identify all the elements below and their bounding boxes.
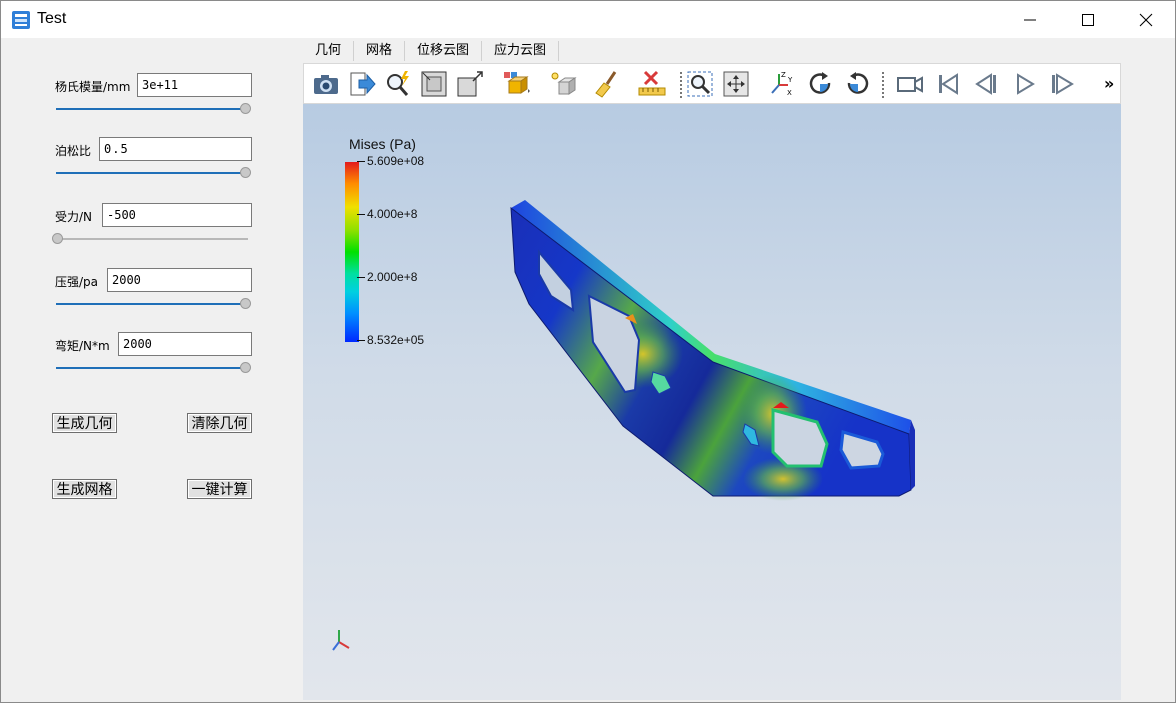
viewer-toolbar: ZYX »: [303, 63, 1121, 104]
force-slider[interactable]: [52, 233, 248, 245]
clear-brush-button[interactable]: [592, 68, 624, 100]
app-window: Test 杨氏模量/mm 3e+11 泊松比 0.5 受力/N -500 压强/…: [0, 0, 1176, 703]
bracket-stress-model: [510, 200, 915, 501]
maximize-icon: [1082, 13, 1094, 26]
close-button[interactable]: [1117, 1, 1175, 38]
zoom-window-button[interactable]: [684, 68, 716, 100]
slider-handle[interactable]: [240, 103, 251, 114]
zoom-pick-icon: [387, 71, 409, 96]
pressure-input[interactable]: 2000: [107, 268, 252, 292]
rotate-ccw-icon: [847, 72, 869, 94]
zoom-window-icon: [687, 71, 713, 97]
one-click-compute-button[interactable]: 一键计算: [187, 479, 252, 499]
view-cube-icon: [504, 72, 530, 94]
poisson-ratio-label: 泊松比: [55, 144, 92, 158]
measure-button[interactable]: [636, 68, 668, 100]
clear-geometry-button[interactable]: 清除几何: [187, 413, 252, 433]
view-tabs: 几何 网格 位移云图 应力云图: [303, 41, 560, 61]
light-button[interactable]: [548, 68, 580, 100]
close-icon: [1139, 13, 1153, 26]
camera-icon: [314, 75, 338, 94]
play-button[interactable]: [1008, 68, 1040, 100]
screenshot-button[interactable]: [310, 68, 342, 100]
minimize-button[interactable]: [1001, 1, 1059, 38]
moment-slider[interactable]: [56, 362, 251, 374]
next-frame-button[interactable]: [1046, 68, 1078, 100]
right-gutter: [1121, 63, 1175, 700]
first-frame-icon: [939, 73, 958, 95]
axes-button[interactable]: ZYX: [764, 68, 796, 100]
slider-handle[interactable]: [240, 362, 251, 373]
zoom-box-button[interactable]: [454, 68, 486, 100]
video-camera-icon: [897, 76, 923, 93]
rotate-cw-icon: [809, 72, 831, 94]
toolbar-separator: [882, 72, 884, 98]
export-button[interactable]: [346, 68, 378, 100]
axes-xyz-icon: ZYX: [771, 71, 793, 97]
toolbar-separator: [680, 72, 682, 98]
title-bar: Test: [1, 1, 1175, 38]
poisson-ratio-input[interactable]: 0.5: [99, 137, 252, 161]
maximize-button[interactable]: [1059, 1, 1117, 38]
prev-frame-button[interactable]: [970, 68, 1002, 100]
slider-track: [56, 172, 242, 174]
force-input[interactable]: -500: [102, 203, 252, 227]
measure-ruler-icon: [638, 70, 666, 96]
slider-handle[interactable]: [52, 233, 63, 244]
youngs-modulus-label: 杨氏模量/mm: [55, 80, 131, 94]
tab-displacement[interactable]: 位移云图: [405, 41, 483, 61]
view-cube-button[interactable]: [500, 68, 532, 100]
generate-geometry-button[interactable]: 生成几何: [52, 413, 117, 433]
pan-button[interactable]: [720, 68, 752, 100]
fit-view-button[interactable]: [418, 68, 450, 100]
app-icon: [12, 11, 30, 29]
slider-track: [56, 367, 242, 369]
light-icon: [551, 72, 577, 95]
youngs-modulus-input[interactable]: 3e+11: [137, 73, 252, 97]
tab-geometry[interactable]: 几何: [303, 41, 355, 61]
slider-track: [62, 238, 248, 240]
slider-track: [56, 108, 242, 110]
pressure-slider[interactable]: [56, 298, 251, 310]
force-label: 受力/N: [55, 210, 93, 224]
window-title: Test: [37, 10, 67, 27]
svg-text:Y: Y: [787, 76, 793, 84]
next-frame-icon: [1052, 73, 1074, 95]
orientation-axes: [332, 630, 350, 651]
slider-handle[interactable]: [240, 298, 251, 309]
slider-track: [56, 303, 242, 305]
fit-view-icon: [421, 71, 447, 97]
zoom-pick-button[interactable]: [382, 68, 414, 100]
brush-icon: [595, 71, 617, 98]
moment-label: 弯矩/N*m: [55, 339, 110, 353]
rotate-ccw-button[interactable]: [842, 68, 874, 100]
prev-frame-icon: [975, 73, 996, 95]
toolbar-more-button[interactable]: »: [1104, 74, 1114, 93]
svg-text:X: X: [787, 89, 792, 97]
zoom-box-icon: [457, 71, 483, 97]
slider-handle[interactable]: [240, 167, 251, 178]
svg-text:Z: Z: [781, 71, 786, 79]
export-icon: [350, 72, 376, 96]
render-viewport[interactable]: Mises (Pa) 5.609e+08 4.000e+8 2.000e+8 8…: [303, 104, 1121, 700]
tab-stress[interactable]: 应力云图: [482, 41, 560, 61]
generate-mesh-button[interactable]: 生成网格: [52, 479, 117, 499]
pan-icon: [723, 71, 749, 97]
poisson-ratio-slider[interactable]: [56, 167, 251, 179]
play-icon: [1017, 73, 1035, 95]
tab-mesh[interactable]: 网格: [354, 41, 406, 61]
first-frame-button[interactable]: [932, 68, 964, 100]
moment-input[interactable]: 2000: [118, 332, 252, 356]
youngs-modulus-slider[interactable]: [56, 103, 251, 115]
pressure-label: 压强/pa: [55, 275, 99, 289]
rotate-cw-button[interactable]: [804, 68, 836, 100]
record-button[interactable]: [894, 68, 926, 100]
minimize-icon: [1024, 19, 1036, 20]
